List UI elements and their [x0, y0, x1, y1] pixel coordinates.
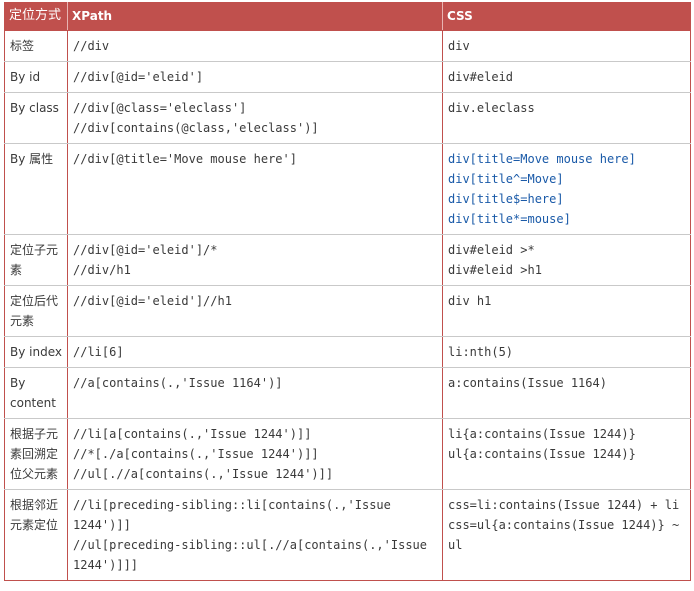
xpath-cell: //div[@title='Move mouse here'] [67, 143, 443, 235]
method-cell: By 属性 [4, 143, 68, 235]
table-row: 根据子元素回溯定位父元素//li[a[contains(.,'Issue 124… [4, 418, 691, 490]
locator-comparison-table: 定位方式 XPath CSS 标签 //div div By id //div[@id=… [4, 2, 691, 581]
css-selector: css=li:contains(Issue 1244) + li [448, 498, 680, 512]
xpath-expression: //div[@id='eleid']/* [73, 243, 218, 257]
xpath-cell: //li[6] [67, 336, 443, 368]
xpath-expression: //div[@title='Move mouse here'] [73, 152, 297, 166]
css-selector: li{a:contains(Issue 1244)} [448, 427, 636, 441]
table-row: By class //div[@class='eleclass'] //div[co… [4, 92, 691, 144]
css-cell: css=li:contains(Issue 1244) + li css=ul{a… [442, 489, 691, 581]
xpath-expression: //ul[preceding-sibling::ul[.//a[contains… [73, 538, 435, 572]
table-body: 标签 //div div By id //div[@id='eleid'] div#ele… [4, 30, 691, 581]
css-selector: div.eleclass [448, 101, 535, 115]
method-cell: 标签 [4, 30, 68, 62]
css-selector: css=ul{a:contains(Issue 1244)} ~ ul [448, 518, 687, 552]
table-row: 标签 //div div [4, 30, 691, 62]
css-selector: div#eleid >h1 [448, 263, 542, 277]
xpath-expression: //li[preceding-sibling::li[contains(.,'I… [73, 498, 399, 532]
css-selector: div[title*=mouse] [448, 212, 571, 226]
xpath-expression: //div/h1 [73, 263, 131, 277]
header-css: CSS [442, 2, 691, 31]
method-cell: By id [4, 61, 68, 93]
method-cell: 根据子元素回溯定位父元素 [4, 418, 68, 490]
xpath-cell: //li[a[contains(.,'Issue 1244')]] //*[./a… [67, 418, 443, 490]
xpath-expression: //div [73, 39, 110, 53]
xpath-cell: //div [67, 30, 443, 62]
xpath-expression: //div[contains(@class,'eleclass')] [73, 121, 319, 135]
css-selector: a:contains(Issue 1164) [448, 376, 607, 390]
css-selector: div h1 [448, 294, 492, 308]
css-cell: div.eleclass [442, 92, 691, 144]
css-cell: a:contains(Issue 1164) [442, 367, 691, 419]
xpath-cell: //li[preceding-sibling::li[contains(.,'I… [67, 489, 443, 581]
table-row: By 属性 //div[@title='Move mouse here'] div[… [4, 143, 691, 235]
css-selector: div [448, 39, 470, 53]
css-selector: div#eleid >* [448, 243, 535, 257]
method-cell: By content [4, 367, 68, 419]
xpath-expression: //a[contains(.,'Issue 1164')] [73, 376, 283, 390]
table-row: By content //a[contains(.,'Issue 1164')] a… [4, 367, 691, 419]
css-selector: div[title^=Move] [448, 172, 564, 186]
css-cell: div[title=Move mouse here] div[title^=Mov… [442, 143, 691, 235]
method-cell: 定位后代元素 [4, 285, 68, 337]
xpath-cell: //a[contains(.,'Issue 1164')] [67, 367, 443, 419]
css-cell: li{a:contains(Issue 1244)} ul{a:contains(… [442, 418, 691, 490]
xpath-cell: //div[@id='eleid']//h1 [67, 285, 443, 337]
table-row: 定位后代元素 //div[@id='eleid']//h1 div h1 [4, 285, 691, 337]
xpath-expression: //li[6] [73, 345, 124, 359]
css-selector: div#eleid [448, 70, 514, 84]
table-row: 定位子元素 //div[@id='eleid']/* //div/h1 div#ele… [4, 234, 691, 286]
table-row: 根据邻近元素定位//li[preceding-sibling::li[conta… [4, 489, 691, 581]
xpath-cell: //div[@class='eleclass'] //div[contains(@… [67, 92, 443, 144]
css-cell: div h1 [442, 285, 691, 337]
method-cell: By index [4, 336, 68, 368]
css-cell: div#eleid >* div#eleid >h1 [442, 234, 691, 286]
header-xpath: XPath [67, 2, 443, 31]
css-cell: div#eleid [442, 61, 691, 93]
css-selector: ul{a:contains(Issue 1244)} [448, 447, 636, 461]
xpath-expression: //div[@class='eleclass'] [73, 101, 247, 115]
xpath-expression: //div[@id='eleid'] [73, 70, 204, 84]
table-row: By id //div[@id='eleid'] div#eleid [4, 61, 691, 93]
header-method: 定位方式 [4, 2, 68, 31]
table-row: By index //li[6] li:nth(5) [4, 336, 691, 368]
method-cell: 根据邻近元素定位 [4, 489, 68, 581]
css-selector: li:nth(5) [448, 345, 514, 359]
xpath-expression: //div[@id='eleid']//h1 [73, 294, 232, 308]
css-selector: div[title=Move mouse here] [448, 152, 636, 166]
method-cell: By class [4, 92, 68, 144]
xpath-cell: //div[@id='eleid']/* //div/h1 [67, 234, 443, 286]
css-selector: div[title$=here] [448, 192, 564, 206]
method-cell: 定位子元素 [4, 234, 68, 286]
table-header-row: 定位方式 XPath CSS [4, 2, 691, 31]
css-cell: li:nth(5) [442, 336, 691, 368]
xpath-expression: //*[./a[contains(.,'Issue 1244')]] [73, 447, 319, 461]
css-cell: div [442, 30, 691, 62]
xpath-expression: //li[a[contains(.,'Issue 1244')]] [73, 427, 312, 441]
xpath-expression: //ul[.//a[contains(.,'Issue 1244')]] [73, 467, 334, 481]
xpath-cell: //div[@id='eleid'] [67, 61, 443, 93]
